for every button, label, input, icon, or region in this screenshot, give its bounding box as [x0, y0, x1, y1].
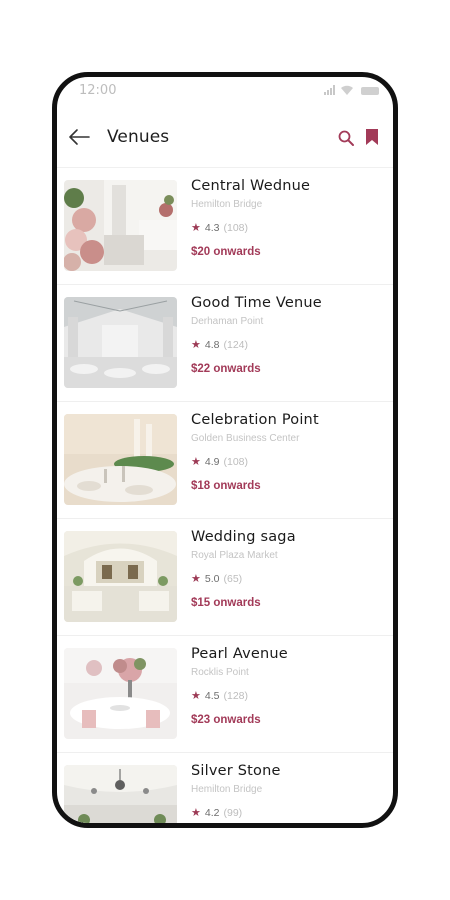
venue-list-item[interactable]: Good Time Venue Derhaman Point ★ 4.8 (12… [57, 284, 393, 401]
venue-name: Pearl Avenue [191, 646, 288, 662]
rating-value: 4.8 [204, 338, 220, 351]
venue-list-item[interactable]: Wedding saga Royal Plaza Market ★ 5.0 (6… [57, 518, 393, 635]
page-title: Venues [107, 127, 170, 147]
venue-name: Celebration Point [191, 412, 319, 428]
rating-value: 4.2 [204, 806, 220, 819]
star-icon: ★ [191, 573, 201, 585]
venue-price: $22 onwards [191, 363, 261, 375]
arrow-left-icon[interactable] [67, 127, 91, 147]
venue-image [64, 765, 177, 823]
venue-list-item[interactable]: Central Wednue Hemilton Bridge ★ 4.3 (10… [57, 167, 393, 284]
signal-icon [324, 85, 335, 95]
venue-name: Silver Stone [191, 763, 281, 779]
battery-icon [361, 87, 379, 95]
rating-row: ★ 4.5 (128) [191, 689, 385, 703]
venue-list-item[interactable]: Silver Stone Hemilton Bridge ★ 4.2 (99) [57, 752, 393, 823]
venue-name: Wedding saga [191, 529, 296, 545]
venue-image [64, 648, 177, 739]
review-count: (99) [223, 806, 243, 819]
review-count: (65) [223, 572, 243, 585]
venue-price: $23 onwards [191, 714, 261, 726]
venue-list-item[interactable]: Celebration Point Golden Business Center… [57, 401, 393, 518]
star-icon: ★ [191, 339, 201, 351]
search-icon[interactable] [337, 129, 355, 147]
venue-location: Hemilton Bridge [191, 784, 263, 795]
rating-row: ★ 4.9 (108) [191, 455, 385, 469]
app-bar: Venues [57, 113, 393, 163]
bookmark-icon[interactable] [365, 128, 379, 146]
venue-name: Good Time Venue [191, 295, 322, 311]
review-count: (128) [223, 689, 248, 702]
venue-name: Central Wednue [191, 178, 311, 194]
rating-row: ★ 4.2 (99) [191, 806, 385, 820]
venue-location: Royal Plaza Market [191, 550, 278, 561]
star-icon: ★ [191, 456, 201, 468]
review-count: (108) [223, 221, 248, 234]
status-bar: 12:00 [57, 77, 393, 103]
review-count: (124) [223, 338, 248, 351]
rating-value: 4.9 [204, 455, 220, 468]
rating-row: ★ 4.3 (108) [191, 221, 385, 235]
status-icons [324, 85, 379, 95]
venue-image [64, 297, 177, 388]
rating-row: ★ 4.8 (124) [191, 338, 385, 352]
venue-price: $15 onwards [191, 597, 261, 609]
venue-list: Central Wednue Hemilton Bridge ★ 4.3 (10… [57, 167, 393, 823]
venue-location: Rocklis Point [191, 667, 249, 678]
venue-location: Hemilton Bridge [191, 199, 263, 210]
venue-location: Golden Business Center [191, 433, 300, 444]
star-icon: ★ [191, 222, 201, 234]
venue-image [64, 180, 177, 271]
rating-value: 4.3 [204, 221, 220, 234]
star-icon: ★ [191, 807, 201, 819]
venue-price: $18 onwards [191, 480, 261, 492]
venue-image [64, 531, 177, 622]
venue-location: Derhaman Point [191, 316, 264, 327]
star-icon: ★ [191, 690, 201, 702]
rating-value: 4.5 [204, 689, 220, 702]
wifi-icon [341, 85, 353, 95]
venue-image [64, 414, 177, 505]
rating-row: ★ 5.0 (65) [191, 572, 385, 586]
status-time: 12:00 [79, 83, 117, 98]
phone-frame: 12:00 Venues Central Wednue Hemilton Bri… [52, 72, 398, 828]
review-count: (108) [223, 455, 248, 468]
venue-price: $20 onwards [191, 246, 261, 258]
rating-value: 5.0 [204, 572, 220, 585]
venue-list-item[interactable]: Pearl Avenue Rocklis Point ★ 4.5 (128) $… [57, 635, 393, 752]
